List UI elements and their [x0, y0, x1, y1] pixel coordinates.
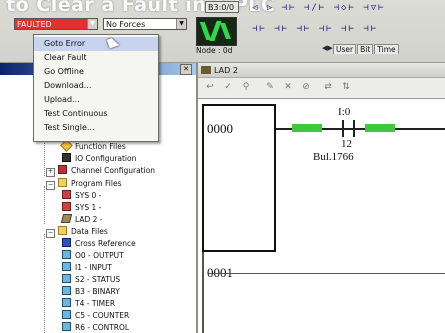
collapse-icon[interactable]: −	[46, 229, 55, 238]
verify-icon[interactable]: ⚲	[240, 82, 252, 93]
address-field[interactable]: B3:0/0	[205, 1, 239, 13]
program-file-icon	[62, 190, 71, 199]
tab-user[interactable]: User	[333, 44, 357, 54]
undo-icon[interactable]: ↩	[204, 82, 216, 93]
tree-item-lad2[interactable]: LAD 2 -	[60, 214, 103, 225]
menu-item-go-offline[interactable]: Go Offline	[34, 65, 158, 79]
instruction-tab-bar[interactable]: User Bit Time	[333, 44, 445, 56]
cancel-edits-icon[interactable]: ⊘	[300, 82, 312, 93]
status-graphic-bar	[220, 23, 231, 39]
tree-item-function-files[interactable]: Function Files	[60, 139, 126, 152]
tree-item-timer[interactable]: T4 - TIMER	[62, 298, 115, 309]
menu-item-download[interactable]: Download...	[34, 79, 158, 93]
io-config-icon	[62, 153, 71, 162]
tree-item-channel-configuration[interactable]: + Channel Configuration	[46, 165, 155, 177]
data-file-icon	[62, 310, 71, 319]
expand-icon[interactable]: +	[46, 168, 55, 177]
processor-status-panel	[196, 17, 237, 46]
tab-scroll-buttons[interactable]: ◀▶	[322, 44, 333, 52]
processor-mode-dropdown[interactable]: FAULTED ▼	[14, 18, 98, 30]
ladder-window-titlebar: LAD 2	[198, 64, 445, 78]
palette-row-icons[interactable]: ⊣⊢ ⊣⊢ ⊣⊢ ⊣⊢ ⊣⊢ ⊣⊢	[252, 24, 378, 34]
tree-item-sys0[interactable]: SYS 0 -	[62, 190, 101, 201]
tree-item-data-files[interactable]: − Data Files	[46, 226, 108, 238]
instruction-bit: 12	[341, 138, 352, 150]
forces-value: No Forces	[106, 20, 146, 29]
menu-item-clear-fault[interactable]: Clear Fault	[34, 51, 158, 65]
collapse-icon[interactable]: −	[46, 181, 55, 190]
tree-item-control[interactable]: R6 - CONTROL	[62, 322, 129, 333]
chevron-down-icon[interactable]: ▼	[87, 19, 97, 29]
tab-timer[interactable]: Time	[374, 44, 399, 54]
test-edits-icon[interactable]: ⇄	[322, 82, 334, 93]
tree-item-status[interactable]: S2 - STATUS	[62, 274, 120, 285]
xic-contact-left-bar[interactable]	[342, 120, 344, 137]
tree-item-output[interactable]: O0 - OUTPUT	[62, 250, 124, 261]
data-file-icon	[62, 298, 71, 307]
ladder-file-icon	[60, 214, 73, 223]
forces-dropdown[interactable]: No Forces ▼	[103, 18, 187, 30]
menu-item-test-continuous[interactable]: Test Continuous	[34, 107, 158, 121]
tree-item-input[interactable]: I1 - INPUT	[62, 262, 112, 273]
channel-config-icon	[58, 165, 67, 174]
ladder-toolbar: ↩ ✓ ⚲ ✎ ✕ ⊘ ⇄ ⇅	[198, 78, 445, 99]
xic-contact-right-bar[interactable]	[353, 120, 355, 137]
data-file-icon	[62, 262, 71, 271]
processor-mode-menu: Goto Error Clear Fault Go Offline Downlo…	[33, 34, 159, 142]
data-file-icon	[62, 286, 71, 295]
tree-item-program-files[interactable]: − Program Files	[46, 178, 122, 190]
energized-wire-right	[365, 124, 395, 132]
menu-item-test-single[interactable]: Test Single...	[34, 121, 158, 135]
tree-item-sys1[interactable]: SYS 1 -	[62, 202, 101, 213]
tree-item-binary[interactable]: B3 - BINARY	[62, 286, 120, 297]
assemble-edits-icon[interactable]: ⇅	[340, 82, 352, 93]
program-file-icon	[62, 202, 71, 211]
delete-icon[interactable]: ✕	[282, 82, 294, 93]
data-file-icon	[62, 250, 71, 259]
menu-item-goto-error[interactable]: Goto Error	[34, 37, 158, 51]
energized-wire-left	[292, 124, 322, 132]
rung-number: 0000	[207, 121, 233, 136]
ladder-window-title: LAD 2	[214, 66, 238, 75]
close-icon[interactable]: ✕	[180, 64, 192, 75]
folder-icon	[58, 178, 67, 187]
ladder-file-icon	[201, 66, 211, 74]
rung-wire	[208, 273, 445, 274]
folder-icon	[58, 226, 67, 235]
data-file-icon	[62, 322, 71, 331]
tree-item-cross-reference[interactable]: Cross Reference	[62, 238, 136, 249]
tab-bit[interactable]: Bit	[357, 44, 374, 54]
tree-item-io-configuration[interactable]: IO Configuration	[62, 153, 136, 164]
processor-mode-value: FAULTED	[17, 20, 52, 29]
data-file-icon	[62, 274, 71, 283]
instruction-description: Bul.1766	[313, 151, 354, 163]
cross-reference-icon	[62, 238, 71, 247]
tree-item-counter[interactable]: C5 - COUNTER	[62, 310, 129, 321]
instruction-address: I:0	[338, 106, 351, 118]
palette-row-icons[interactable]: ◁ ▷ ⊣⊢ ⊣/⊢ ⊣◇⊢ ⊣▽⊢	[252, 3, 386, 13]
edit-icon[interactable]: ✎	[264, 82, 276, 93]
node-label: Node : 0d	[196, 46, 233, 55]
chevron-down-icon[interactable]: ▼	[176, 19, 186, 29]
menu-item-upload[interactable]: Upload...	[34, 93, 158, 107]
accept-rung-icon[interactable]: ✓	[222, 82, 234, 93]
